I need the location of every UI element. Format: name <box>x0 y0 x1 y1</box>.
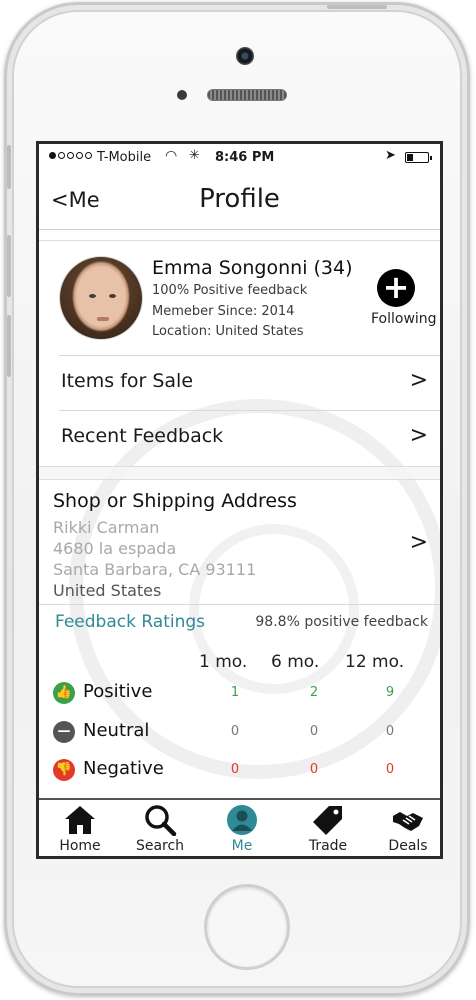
address-section[interactable]: Shop or Shipping Address Rikki Carman 46… <box>39 480 440 604</box>
follow-button[interactable]: + Following <box>371 269 437 327</box>
rating-value: 1 <box>230 685 240 700</box>
avatar[interactable] <box>59 256 143 340</box>
user-icon <box>227 805 257 835</box>
earpiece-speaker <box>207 89 287 101</box>
tab-bar: Home Search Me Trade Deals <box>39 798 440 856</box>
avatar-lips <box>97 317 109 321</box>
home-icon <box>65 806 95 834</box>
plus-icon: + <box>377 269 415 307</box>
rating-row-neutral: — Neutral 0 0 0 <box>53 718 433 748</box>
profile-member-since: Memeber Since: 2014 <box>152 303 295 319</box>
app-screen: T-Mobile ◠ ✳ 8:46 PM ➤ <Me Profile Emma … <box>36 141 443 859</box>
rating-label: Negative <box>83 758 164 779</box>
positive-feedback-percent: 98.8% positive feedback <box>255 614 428 630</box>
thumbs-down-icon: 👎 <box>53 759 75 781</box>
recent-feedback-row[interactable]: Recent Feedback > <box>59 410 440 466</box>
section-divider <box>39 466 440 480</box>
signal-strength-icon <box>49 152 92 159</box>
chevron-right-icon: > <box>409 423 428 448</box>
volume-down-button <box>7 315 11 377</box>
carrier-name: T-Mobile <box>97 150 152 165</box>
rating-label: Neutral <box>83 720 150 741</box>
power-button <box>327 5 387 9</box>
address-name: Rikki Carman <box>53 518 160 537</box>
profile-location: Location: United States <box>152 324 304 339</box>
feedback-ratings-tab[interactable]: Feedback Ratings <box>55 612 205 632</box>
period-1-month: 1 mo. <box>199 652 248 672</box>
tab-home[interactable]: Home <box>45 804 115 854</box>
ratings-header: Feedback Ratings 98.8% positive feedback <box>39 604 440 640</box>
tab-search-label: Search <box>135 838 185 854</box>
volume-up-button <box>7 235 11 297</box>
period-12-months: 12 mo. <box>345 652 405 672</box>
front-camera <box>236 47 254 65</box>
address-heading: Shop or Shipping Address <box>53 490 297 512</box>
mute-switch <box>7 145 11 189</box>
rating-label: Positive <box>83 681 153 702</box>
avatar-eye-left <box>89 294 96 298</box>
minus-circle-icon: — <box>53 721 75 743</box>
profile-info: Emma Songonni (34) 100% Positive feedbac… <box>152 255 353 343</box>
rating-value: 2 <box>309 685 319 700</box>
rating-value: 9 <box>385 685 395 700</box>
avatar-eye-right <box>109 294 116 298</box>
profile-name: Emma Songonni (34) <box>152 257 353 279</box>
tab-trade-label: Trade <box>308 838 348 854</box>
status-time: 8:46 PM <box>215 150 275 165</box>
rating-value: 0 <box>385 724 395 739</box>
profile-card: Emma Songonni (34) 100% Positive feedbac… <box>39 240 440 353</box>
rating-value: 0 <box>309 762 319 777</box>
chevron-right-icon: > <box>409 530 428 555</box>
rating-value: 0 <box>230 762 240 777</box>
address-country: United States <box>53 581 162 600</box>
rating-row-negative: 👎 Negative 0 0 0 <box>53 756 433 786</box>
address-city: Santa Barbara, CA 93111 <box>53 560 257 579</box>
tab-me[interactable]: Me <box>207 804 277 854</box>
page-title: Profile <box>199 184 280 214</box>
tab-trade[interactable]: Trade <box>293 804 363 854</box>
follow-label: Following <box>371 311 437 327</box>
wifi-icon: ◠ <box>165 148 178 164</box>
activity-spinner-icon: ✳ <box>189 148 200 163</box>
thumbs-up-icon: 👍 <box>53 682 75 704</box>
rating-value: 0 <box>309 724 319 739</box>
rating-value: 0 <box>385 762 395 777</box>
period-6-months: 6 mo. <box>271 652 320 672</box>
search-icon <box>145 805 177 836</box>
handshake-icon <box>393 812 423 831</box>
items-for-sale-row[interactable]: Items for Sale > <box>59 355 440 411</box>
rating-value: 0 <box>230 724 240 739</box>
tab-deals-label: Deals <box>388 838 428 854</box>
items-for-sale-label: Items for Sale <box>61 370 194 392</box>
recent-feedback-label: Recent Feedback <box>61 425 224 447</box>
tab-me-label: Me <box>231 838 253 854</box>
profile-feedback: 100% Positive feedback <box>152 283 308 298</box>
proximity-sensor <box>177 90 187 100</box>
home-button[interactable] <box>204 884 290 970</box>
location-arrow-icon: ➤ <box>385 148 396 163</box>
chevron-right-icon: > <box>409 368 428 393</box>
rating-row-positive: 👍 Positive 1 2 9 <box>53 679 433 709</box>
tab-home-label: Home <box>59 838 101 854</box>
navigation-bar: <Me Profile <box>39 172 440 230</box>
status-bar: T-Mobile ◠ ✳ 8:46 PM ➤ <box>39 144 440 172</box>
tag-icon <box>313 806 342 835</box>
address-street: 4680 la espada <box>53 539 177 558</box>
battery-icon <box>405 152 432 163</box>
tab-search[interactable]: Search <box>125 804 195 854</box>
tab-deals[interactable]: Deals <box>373 804 440 854</box>
